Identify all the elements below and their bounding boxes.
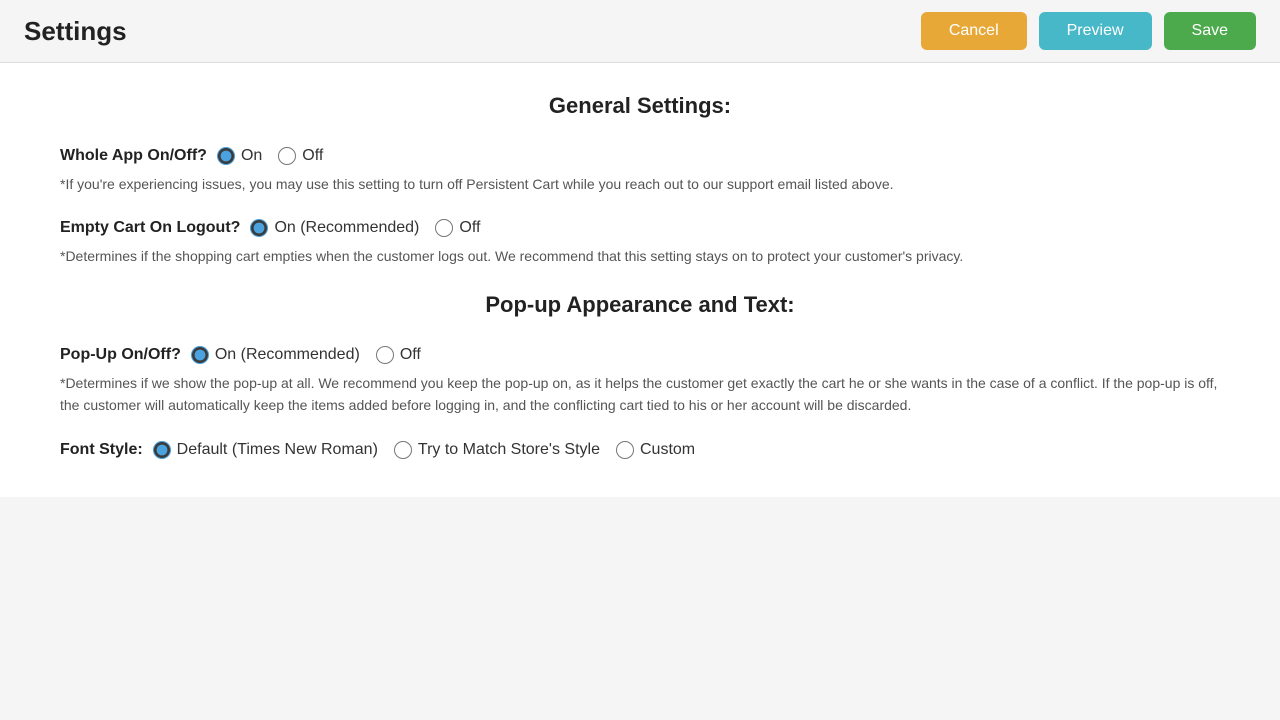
popup-appearance-title: Pop-up Appearance and Text: [60,292,1220,318]
cancel-button[interactable]: Cancel [921,12,1027,50]
font-default-label: Default (Times New Roman) [177,441,378,459]
popup-on-label: On (Recommended) [215,346,360,364]
popup-onoff-setting: Pop-Up On/Off? On (Recommended) Off *Det… [60,346,1220,417]
popup-on-radio[interactable] [191,346,209,364]
popup-onoff-description: *Determines if we show the pop-up at all… [60,372,1220,417]
font-style-radio-group: Default (Times New Roman) Try to Match S… [153,441,695,459]
empty-cart-setting: Empty Cart On Logout? On (Recommended) O… [60,219,1220,267]
main-content: General Settings: Whole App On/Off? On O… [0,63,1280,497]
page-title: Settings [24,16,127,47]
whole-app-on-radio[interactable] [217,147,235,165]
whole-app-description: *If you're experiencing issues, you may … [60,173,1220,195]
empty-cart-on-radio[interactable] [250,219,268,237]
empty-cart-on-option[interactable]: On (Recommended) [250,219,419,237]
font-custom-label: Custom [640,441,695,459]
empty-cart-radio-group: On (Recommended) Off [250,219,480,237]
empty-cart-description: *Determines if the shopping cart empties… [60,245,1220,267]
whole-app-off-radio[interactable] [278,147,296,165]
font-style-label-row: Font Style: Default (Times New Roman) Tr… [60,441,1220,459]
whole-app-on-option[interactable]: On [217,147,262,165]
save-button[interactable]: Save [1164,12,1256,50]
popup-onoff-label: Pop-Up On/Off? [60,346,181,364]
header-buttons: Cancel Preview Save [921,12,1256,50]
font-match-store-label: Try to Match Store's Style [418,441,600,459]
font-style-label: Font Style: [60,441,143,459]
empty-cart-on-label: On (Recommended) [274,219,419,237]
popup-onoff-label-row: Pop-Up On/Off? On (Recommended) Off [60,346,1220,364]
font-style-setting: Font Style: Default (Times New Roman) Tr… [60,441,1220,459]
font-default-option[interactable]: Default (Times New Roman) [153,441,378,459]
whole-app-label-row: Whole App On/Off? On Off [60,147,1220,165]
whole-app-radio-group: On Off [217,147,323,165]
popup-off-option[interactable]: Off [376,346,421,364]
general-settings-title: General Settings: [60,93,1220,119]
popup-off-radio[interactable] [376,346,394,364]
font-custom-radio[interactable] [616,441,634,459]
font-custom-option[interactable]: Custom [616,441,695,459]
empty-cart-label-row: Empty Cart On Logout? On (Recommended) O… [60,219,1220,237]
whole-app-on-label: On [241,147,262,165]
whole-app-label: Whole App On/Off? [60,147,207,165]
empty-cart-off-label: Off [459,219,480,237]
font-match-store-option[interactable]: Try to Match Store's Style [394,441,600,459]
font-match-store-radio[interactable] [394,441,412,459]
whole-app-off-option[interactable]: Off [278,147,323,165]
font-default-radio[interactable] [153,441,171,459]
popup-onoff-radio-group: On (Recommended) Off [191,346,421,364]
whole-app-setting: Whole App On/Off? On Off *If you're expe… [60,147,1220,195]
empty-cart-off-radio[interactable] [435,219,453,237]
whole-app-off-label: Off [302,147,323,165]
preview-button[interactable]: Preview [1039,12,1152,50]
page-header: Settings Cancel Preview Save [0,0,1280,63]
empty-cart-off-option[interactable]: Off [435,219,480,237]
popup-on-option[interactable]: On (Recommended) [191,346,360,364]
empty-cart-label: Empty Cart On Logout? [60,219,240,237]
popup-off-label: Off [400,346,421,364]
